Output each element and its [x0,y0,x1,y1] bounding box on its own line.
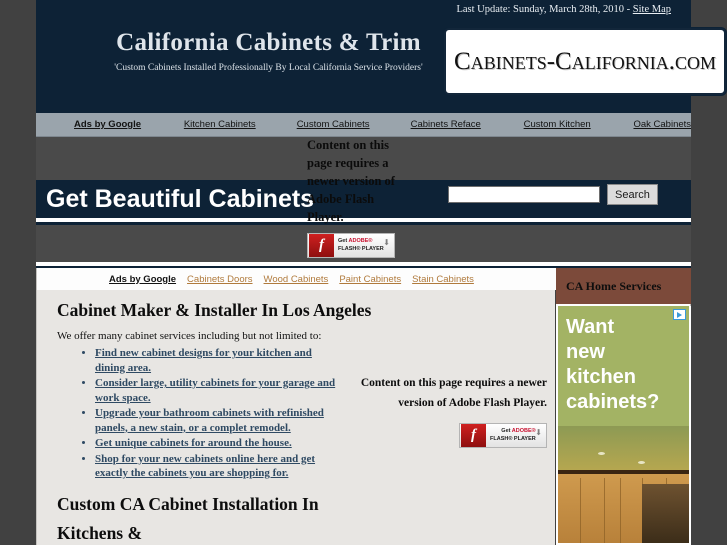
sidebar-ad-photo[interactable] [558,426,689,543]
content-lead-text: We offer many cabinet services including… [57,330,322,342]
list-item[interactable]: Shop for your new cabinets online here a… [95,452,343,481]
download-arrow-icon: ⬇ [535,428,542,437]
search-button[interactable]: Search [607,184,658,205]
ads-by-google-nav-top: Ads by Google Kitchen Cabinets Custom Ca… [36,113,691,137]
page-title: California Cabinets & Trim [116,29,421,56]
ad-link-custom-kitchen[interactable]: Custom Kitchen [524,119,591,130]
logo-text: Cabinets-California.com [454,47,716,75]
sidebar-title: CA Home Services [566,278,662,293]
flash-notice-main: Content on this page requires a newer ve… [332,373,547,448]
service-link-2[interactable]: Consider large, utility cabinets for you… [95,377,335,404]
flash-player-icon: f [461,424,486,447]
photo-ceiling [558,426,689,474]
ad-link-paint-cabinets[interactable]: Paint Cabinets [339,274,401,285]
ads-by-google-label-top[interactable]: Ads by Google [74,119,141,130]
download-arrow-icon: ⬇ [383,238,390,247]
flash-badge-adobe: ADOBE® [348,238,373,244]
last-update-line: Last Update: Sunday, March 28th, 2010 - … [456,4,671,15]
content-heading-1: Cabinet Maker & Installer In Los Angeles [57,300,372,320]
flash-notice-top: Content on this page requires a newer ve… [307,136,411,258]
ads-by-google-label-main[interactable]: Ads by Google [109,274,176,285]
main-content: Ads by Google Cabinets Doors Wood Cabine… [36,268,556,545]
ad-link-wood-cabinets[interactable]: Wood Cabinets [264,274,329,285]
list-item[interactable]: Consider large, utility cabinets for you… [95,376,343,405]
last-update-text: Last Update: Sunday, March 28th, 2010 - [456,4,633,15]
hero-divider [36,262,691,266]
service-link-4[interactable]: Get unique cabinets for around the house… [95,437,292,449]
ads-by-google-nav-main: Ads by Google Cabinets Doors Wood Cabine… [37,270,556,288]
sidebar-ad-line-3: kitchen [566,366,637,388]
list-item[interactable]: Find new cabinet designs for your kitche… [95,346,343,375]
flash-badge-text: Get ADOBE® FLASH® PLAYER [490,428,536,443]
right-sidebar: CA Home Services Want new kitchen cabine… [556,268,691,545]
site-logo[interactable]: Cabinets-California.com [444,28,726,95]
flash-badge-flash: FLASH® PLAYER [338,245,384,252]
flash-badge-text: Get ADOBE® FLASH® PLAYER [338,238,384,253]
ad-link-custom-cabinets[interactable]: Custom Cabinets [297,119,370,130]
flash-notice-top-text: Content on this page requires a newer ve… [307,138,395,224]
service-link-1[interactable]: Find new cabinet designs for your kitche… [95,347,312,374]
search-input[interactable] [448,186,600,203]
ad-link-cabinets-reface[interactable]: Cabinets Reface [411,119,481,130]
sidebar-ad-line-4: cabinets? [566,391,660,413]
site-header: Last Update: Sunday, March 28th, 2010 - … [36,0,726,113]
adchoices-triangle-icon[interactable] [673,309,686,320]
service-link-3[interactable]: Upgrade your bathroom cabinets with refi… [95,407,324,434]
get-adobe-flash-player-button-top[interactable]: f Get ADOBE® FLASH® PLAYER ⬇ [307,233,395,258]
brand-block: California Cabinets & Trim 'Custom Cabin… [96,29,441,74]
list-item[interactable]: Upgrade your bathroom cabinets with refi… [95,406,343,435]
ad-link-cabinets-doors[interactable]: Cabinets Doors [187,274,252,285]
flash-badge-flash: FLASH® PLAYER [490,435,536,442]
sidebar-ad-line-1: Want [566,316,615,338]
service-link-5[interactable]: Shop for your new cabinets online here a… [95,453,315,480]
sidebar-ad[interactable]: Want new kitchen cabinets? [556,306,691,545]
services-list: Find new cabinet designs for your kitche… [75,346,343,482]
sidebar-ad-line-2: new [566,341,605,363]
photo-fridge [642,484,689,543]
content-heading-2: Custom CA Cabinet Installation In Kitche… [57,494,319,543]
ad-link-stain-cabinets[interactable]: Stain Cabinets [412,274,474,285]
page-root: Last Update: Sunday, March 28th, 2010 - … [0,0,727,545]
ad-link-oak-cabinets[interactable]: Oak Cabinets [633,119,691,130]
flash-badge-get: Get [338,238,348,244]
flash-badge-adobe: ADOBE® [511,428,536,434]
get-adobe-flash-player-button-main[interactable]: f Get ADOBE® FLASH® PLAYER ⬇ [459,423,547,448]
site-map-link[interactable]: Site Map [633,4,671,15]
brand-tagline: 'Custom Cabinets Installed Professionall… [114,63,423,74]
list-item[interactable]: Get unique cabinets for around the house… [95,436,343,451]
flash-notice-main-text: Content on this page requires a newer ve… [360,377,547,409]
sidebar-header: CA Home Services [556,268,691,304]
search-form: Search [448,184,658,205]
flash-player-icon: f [309,234,334,257]
ad-link-kitchen-cabinets[interactable]: Kitchen Cabinets [184,119,256,130]
flash-badge-get: Get [501,428,511,434]
hero-headline: Get Beautiful Cabinets [46,185,315,213]
sidebar-ad-text-panel[interactable]: Want new kitchen cabinets? [558,306,689,426]
